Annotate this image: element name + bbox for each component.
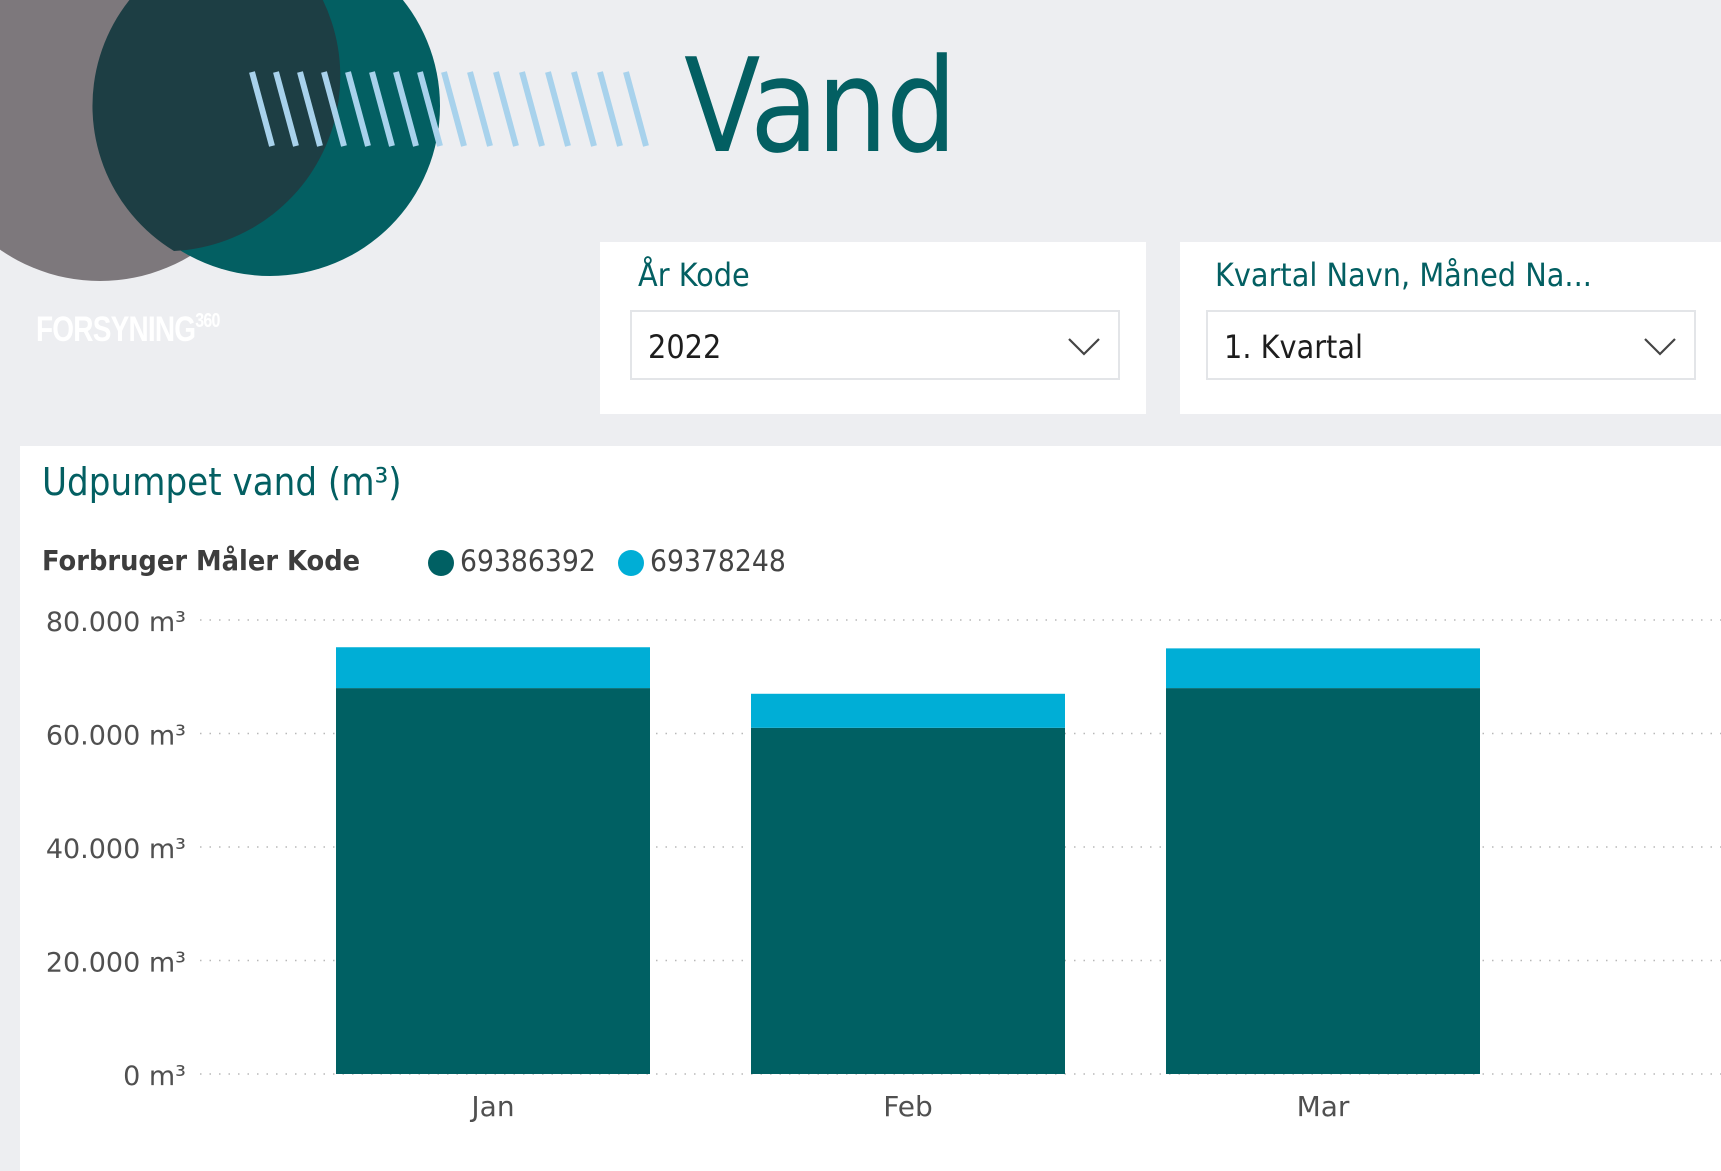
bar-segment <box>1166 688 1480 1074</box>
period-dropdown[interactable]: 1. Kvartal <box>1206 310 1696 380</box>
x-tick-label: Mar <box>1297 1090 1350 1123</box>
year-slicer: År Kode 2022 <box>600 242 1146 414</box>
bar-segment <box>336 647 650 689</box>
chevron-down-icon <box>1644 338 1676 356</box>
y-tick-label: 60.000 m³ <box>46 721 186 752</box>
year-dropdown[interactable]: 2022 <box>630 310 1120 380</box>
y-tick-label: 20.000 m³ <box>46 948 186 979</box>
bar-segment <box>336 688 650 1074</box>
chevron-down-icon <box>1068 338 1100 356</box>
report-canvas: FORSYNING360 Vand År Kode 2022 Kvartal N… <box>0 0 1721 1171</box>
period-dropdown-value: 1. Kvartal <box>1224 328 1363 366</box>
bar-segment <box>1166 648 1480 689</box>
y-tick-label: 80.000 m³ <box>46 607 186 638</box>
x-tick-label: Jan <box>469 1090 514 1123</box>
page-title: Vand <box>684 30 957 182</box>
year-slicer-label: År Kode <box>638 256 750 294</box>
x-tick-label: Feb <box>883 1090 933 1123</box>
y-tick-label: 40.000 m³ <box>46 834 186 865</box>
chart-card: Udpumpet vand (m³) Forbruger Måler Kode … <box>20 446 1721 1171</box>
bar-segment <box>751 727 1065 1074</box>
year-dropdown-value: 2022 <box>648 328 722 366</box>
logo-graphic <box>0 0 649 281</box>
period-slicer-label: Kvartal Navn, Måned Na... <box>1215 256 1592 294</box>
bar-segment <box>751 693 1065 728</box>
bar-chart-plot: 0 m³ 20.000 m³ 40.000 m³ 60.000 m³ 80.000 m³… <box>46 607 1721 1123</box>
y-tick-label: 0 m³ <box>123 1061 186 1092</box>
brand-logo-text: FORSYNING360 <box>36 310 220 349</box>
period-slicer: Kvartal Navn, Måned Na... 1. Kvartal <box>1180 242 1721 414</box>
